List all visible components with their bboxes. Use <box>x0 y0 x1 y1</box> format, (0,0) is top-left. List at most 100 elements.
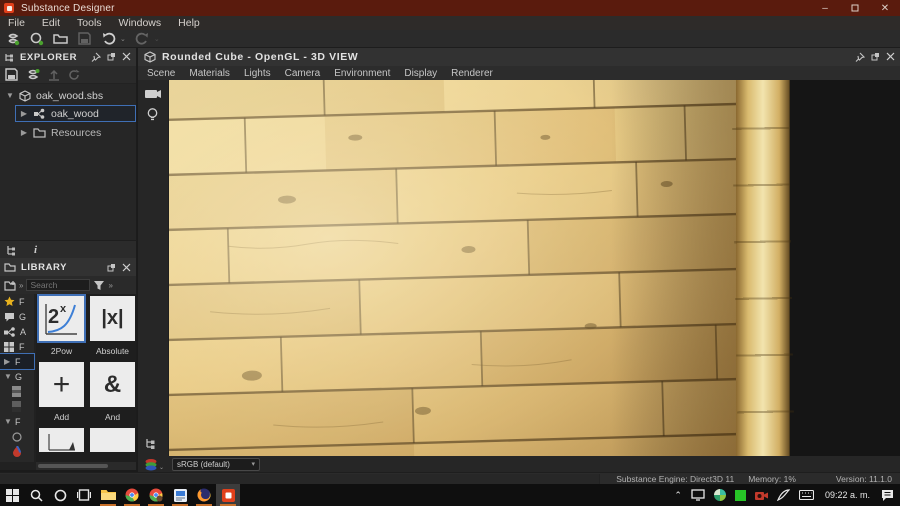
undock-icon[interactable] <box>107 52 116 61</box>
cortana-icon[interactable] <box>48 484 72 506</box>
color-profile-dropdown[interactable]: sRGB (default) ▾ <box>172 457 261 471</box>
menu-materials[interactable]: Materials <box>189 68 230 79</box>
new-substance-button[interactable] <box>5 31 20 46</box>
chrome-taskbar-icon[interactable] <box>120 484 144 506</box>
file-explorer-taskbar-icon[interactable] <box>96 484 120 506</box>
chrome-profile-taskbar-icon[interactable] <box>144 484 168 506</box>
taskbar-clock[interactable]: 09:22 a. m. <box>825 490 870 500</box>
link-substance-icon[interactable] <box>26 68 40 82</box>
menu-renderer[interactable]: Renderer <box>451 68 493 79</box>
menu-environment[interactable]: Environment <box>334 68 390 79</box>
chevron-down-icon[interactable]: ▼ <box>6 91 14 100</box>
view3d-panel: Rounded Cube - OpenGL - 3D VIEW Scene Ma… <box>138 48 900 472</box>
close-button[interactable]: ✕ <box>870 0 900 16</box>
action-center-icon[interactable] <box>881 489 894 501</box>
taskbar-search-icon[interactable] <box>24 484 48 506</box>
scene-tree-icon[interactable] <box>145 437 158 450</box>
library-item-and[interactable]: & <box>90 362 135 407</box>
close-icon[interactable] <box>122 52 131 61</box>
task-view-icon[interactable] <box>72 484 96 506</box>
tray-green-square-icon[interactable] <box>734 489 746 501</box>
chevron-right-icon[interactable]: ▶ <box>20 128 28 137</box>
new-library-folder-icon[interactable] <box>4 280 16 291</box>
filter-funnel-icon[interactable] <box>93 280 105 291</box>
tree-item-graph-selected[interactable]: ▶ oak_wood <box>15 105 136 122</box>
category-sub-thumb[interactable] <box>0 384 34 399</box>
menu-edit[interactable]: Edit <box>42 17 60 29</box>
category-generators[interactable]: ▼ G <box>0 369 34 384</box>
expand-right-chevrons[interactable]: » <box>108 281 112 290</box>
open-folder-button[interactable] <box>53 31 68 46</box>
category-sub-thumb2[interactable] <box>0 399 34 414</box>
category-comments[interactable]: G <box>0 309 34 324</box>
node-graph-icon <box>4 326 15 337</box>
menu-tools[interactable]: Tools <box>77 17 102 29</box>
category-label: G <box>19 311 27 322</box>
undo-dropdown-arrow[interactable]: ⌄ <box>120 35 126 43</box>
tree-item-resources[interactable]: ▶ Resources <box>15 124 136 141</box>
camera-display-icon[interactable] <box>145 88 162 100</box>
light-bulb-icon[interactable] <box>147 108 158 123</box>
tray-color-app-icon[interactable] <box>713 489 726 501</box>
library-item-partial[interactable] <box>90 428 135 452</box>
close-icon[interactable] <box>122 263 131 272</box>
graph-tree-tab-icon[interactable] <box>6 244 18 256</box>
redo-button[interactable] <box>135 31 150 46</box>
library-item-absolute[interactable]: |x| <box>90 296 135 341</box>
explorer-title: EXPLORER <box>20 51 78 63</box>
category-filters2[interactable]: ▼ F <box>0 414 34 429</box>
firefox-taskbar-icon[interactable] <box>192 484 216 506</box>
info-tab-icon[interactable]: i <box>34 244 37 256</box>
tray-display-icon[interactable] <box>691 489 705 501</box>
close-icon[interactable] <box>886 52 895 61</box>
category-filters[interactable]: F <box>0 339 34 354</box>
chevron-right-icon[interactable]: ▶ <box>20 109 28 118</box>
substance-designer-taskbar-icon[interactable] <box>216 484 240 506</box>
category-favorites[interactable]: F <box>0 294 34 309</box>
category-label: F <box>15 416 21 427</box>
view3d-menubar: Scene Materials Lights Camera Environmen… <box>138 66 900 80</box>
export-icon[interactable] <box>48 69 60 81</box>
tray-pen-icon[interactable] <box>776 489 790 501</box>
tray-chevron-up-icon[interactable]: ⌃ <box>674 490 682 501</box>
undo-button[interactable] <box>101 31 116 46</box>
menu-help[interactable]: Help <box>178 17 200 29</box>
menu-lights[interactable]: Lights <box>244 68 271 79</box>
menu-scene[interactable]: Scene <box>147 68 175 79</box>
search-input[interactable] <box>26 279 91 291</box>
main-toolbar: ⌄ ⌄ <box>0 30 900 48</box>
category-sub-circle[interactable] <box>0 429 34 444</box>
category-sub-material[interactable] <box>0 444 34 459</box>
start-button[interactable] <box>0 484 24 506</box>
library-item-2pow[interactable]: 2 x <box>37 294 86 343</box>
refresh-icon[interactable] <box>68 69 80 81</box>
undock-icon[interactable] <box>107 263 116 272</box>
category-atomic-nodes[interactable]: A <box>0 324 34 339</box>
library-horizontal-scrollbar[interactable] <box>36 462 136 470</box>
maximize-button[interactable] <box>840 0 870 16</box>
library-item-partial[interactable] <box>39 428 84 452</box>
redo-dropdown-arrow[interactable]: ⌄ <box>154 35 160 43</box>
expand-left-chevrons[interactable]: » <box>19 281 23 290</box>
menu-file[interactable]: File <box>8 17 25 29</box>
tree-item-package[interactable]: ▼ oak_wood.sbs <box>0 87 136 104</box>
menu-camera[interactable]: Camera <box>285 68 321 79</box>
app-taskbar-icon[interactable] <box>168 484 192 506</box>
category-functions-selected[interactable]: ▶ F <box>0 353 35 370</box>
save-package-icon[interactable] <box>5 68 18 81</box>
minimize-button[interactable]: – <box>810 0 840 16</box>
library-item-add[interactable]: + <box>39 362 84 407</box>
new-package-button[interactable] <box>29 31 44 46</box>
explorer-tree-icon <box>5 53 13 61</box>
save-button[interactable] <box>77 31 92 46</box>
menu-display[interactable]: Display <box>404 68 437 79</box>
viewport-3d-canvas[interactable] <box>169 80 900 456</box>
pin-icon[interactable] <box>91 52 101 62</box>
color-management-icon[interactable]: ⌄ <box>144 458 164 471</box>
tray-keyboard-icon[interactable] <box>798 490 814 500</box>
menu-windows[interactable]: Windows <box>119 17 162 29</box>
undock-icon[interactable] <box>871 52 880 61</box>
tray-camera-icon[interactable] <box>754 490 768 501</box>
pin-icon[interactable] <box>855 52 865 62</box>
circle-outline-icon <box>12 431 22 442</box>
